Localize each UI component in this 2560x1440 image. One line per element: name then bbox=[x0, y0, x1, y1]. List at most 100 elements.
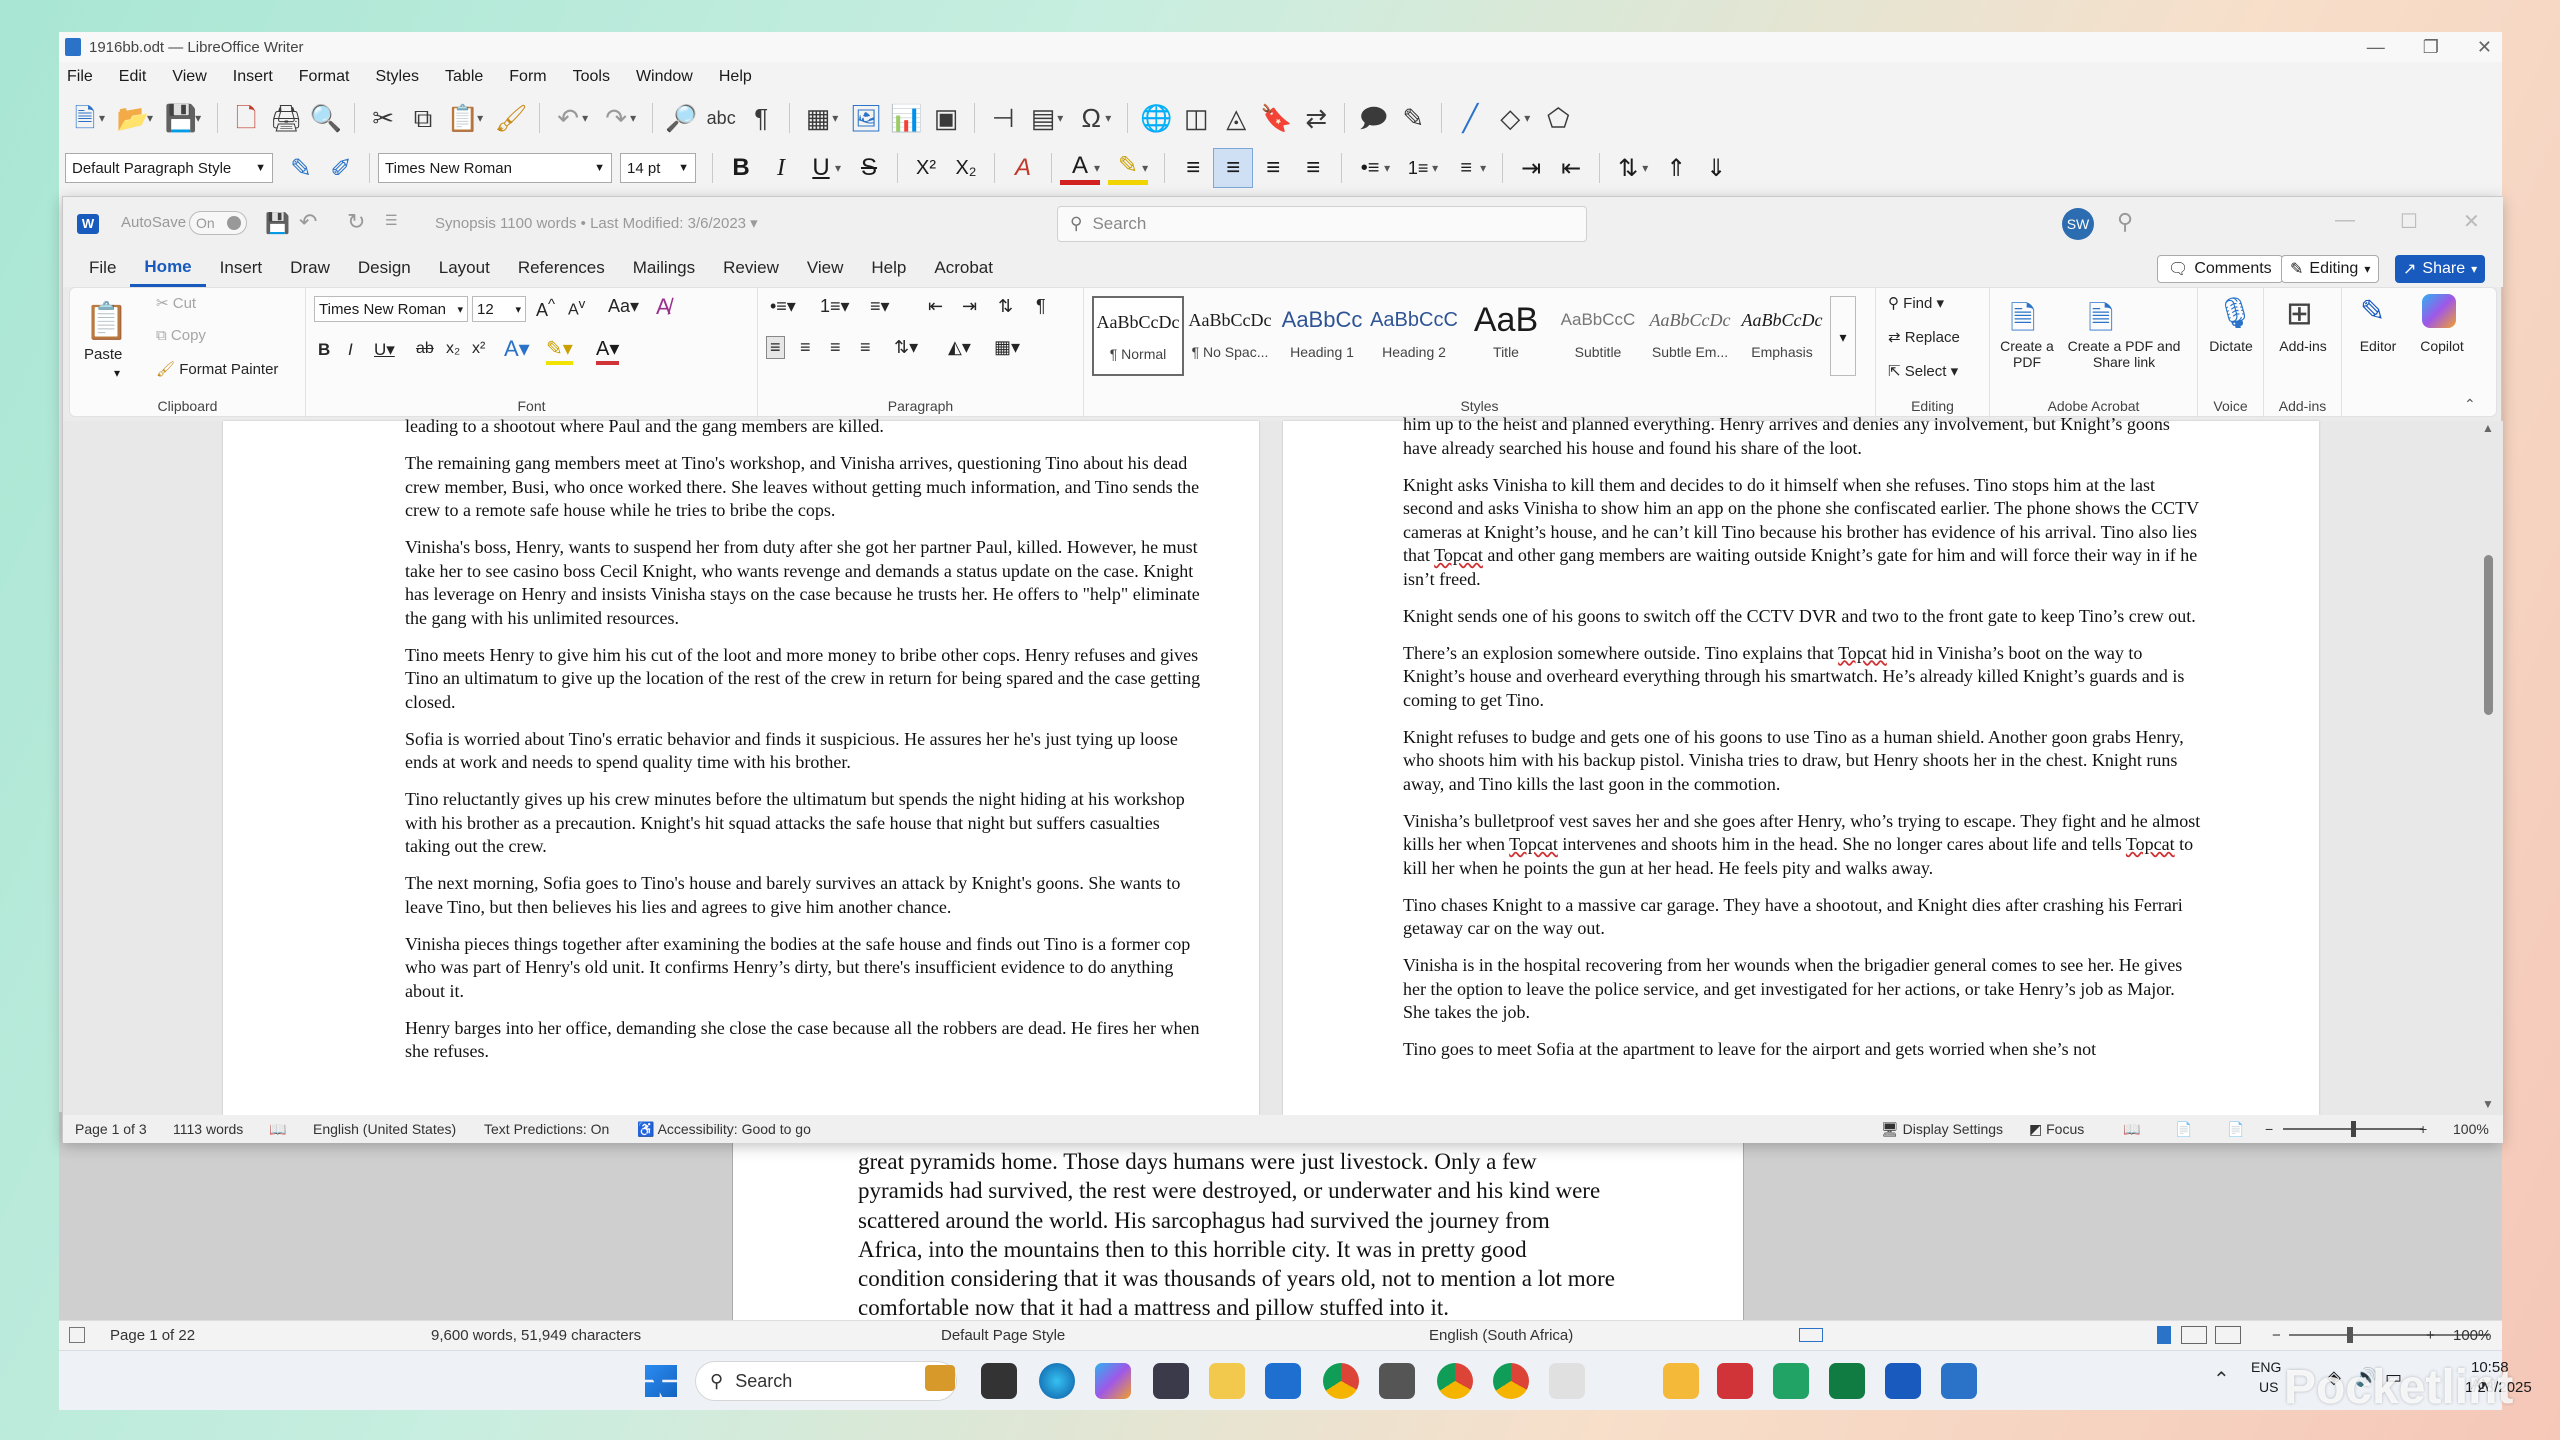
formatting-marks-icon[interactable]: ¶ bbox=[741, 98, 781, 138]
store-icon[interactable] bbox=[1265, 1363, 1301, 1399]
minimize-icon[interactable]: — bbox=[2367, 37, 2385, 58]
zoom-in-icon[interactable]: + bbox=[2419, 1121, 2427, 1137]
libreoffice-writer-icon[interactable] bbox=[1941, 1363, 1977, 1399]
insert-textbox-icon[interactable]: ▣ bbox=[926, 98, 966, 138]
lo-language[interactable]: English (South Africa) bbox=[1429, 1327, 1573, 1344]
tab-mailings[interactable]: Mailings bbox=[619, 249, 709, 287]
underline-icon[interactable]: U▾ bbox=[374, 340, 395, 360]
style-heading-1[interactable]: AaBbCc Heading 1 bbox=[1276, 296, 1368, 376]
focus-button[interactable]: ◩ Focus bbox=[2029, 1121, 2084, 1138]
paragraph[interactable]: Vinisha is in the hospital recovering fr… bbox=[1403, 954, 2203, 1025]
folder-icon[interactable] bbox=[1209, 1363, 1245, 1399]
menu-file[interactable]: File bbox=[67, 68, 93, 86]
style-subtle-emphasis[interactable]: AaBbCcDc Subtle Em... bbox=[1644, 296, 1736, 376]
tab-design[interactable]: Design bbox=[344, 249, 425, 287]
print-preview-icon[interactable]: 🔍 bbox=[306, 98, 346, 138]
addins-button-label[interactable]: Add-ins bbox=[2264, 338, 2342, 354]
save-icon[interactable]: 💾 bbox=[265, 211, 290, 236]
excel-icon[interactable] bbox=[1829, 1363, 1865, 1399]
increase-paragraph-spacing-icon[interactable]: ⇑ bbox=[1656, 148, 1696, 188]
app-dark-icon[interactable] bbox=[1153, 1363, 1189, 1399]
new-style-icon[interactable]: ✐ bbox=[321, 148, 361, 188]
spelling-flag[interactable]: Topcat bbox=[1509, 834, 1558, 854]
copy-button[interactable]: ⧉ Copy bbox=[156, 327, 206, 344]
paste-label[interactable]: Paste bbox=[84, 346, 122, 363]
paragraph[interactable]: leading to a shootout where Paul and the… bbox=[405, 415, 1205, 439]
font-size-combo[interactable]: 14 pt ▼ bbox=[620, 153, 696, 183]
paragraph[interactable]: Tino reluctantly gives up his crew minut… bbox=[405, 788, 1205, 859]
word-count[interactable]: 1113 words bbox=[173, 1121, 243, 1137]
decrease-indent-icon[interactable]: ⇤ bbox=[928, 296, 943, 317]
format-painter-button[interactable]: 🖌 Format Painter bbox=[156, 360, 278, 378]
chevron-down-icon[interactable]: ▾ bbox=[582, 111, 588, 125]
spelling-flag[interactable]: Topcat bbox=[1434, 545, 1483, 565]
paragraph-style-combo[interactable]: Default Paragraph Style ▼ bbox=[65, 153, 273, 183]
select-button[interactable]: ⇱ Select ▾ bbox=[1888, 362, 1958, 380]
left-page-text[interactable]: leading to a shootout where Paul and the… bbox=[405, 415, 1205, 1077]
chevron-down-icon[interactable]: ▾ bbox=[477, 111, 483, 125]
file-explorer-briefcase-icon[interactable] bbox=[925, 1365, 955, 1391]
zoom-level[interactable]: 100% bbox=[2453, 1121, 2489, 1137]
document-modified-icon[interactable] bbox=[69, 1327, 85, 1343]
dictate-label[interactable]: Dictate bbox=[2198, 338, 2264, 354]
menu-table[interactable]: Table bbox=[445, 68, 483, 86]
autosave-toggle[interactable]: On bbox=[189, 211, 247, 235]
bold-icon[interactable]: B bbox=[721, 148, 761, 188]
copilot-taskbar-icon[interactable] bbox=[1095, 1363, 1131, 1399]
cut-button[interactable]: ✂ Cut bbox=[156, 294, 196, 312]
minimize-icon[interactable]: — bbox=[2335, 209, 2355, 232]
export-pdf-icon[interactable]: 🗋 bbox=[226, 98, 266, 138]
chevron-down-icon[interactable]: ▾ bbox=[1142, 161, 1148, 175]
menu-styles[interactable]: Styles bbox=[375, 68, 419, 86]
comments-button[interactable]: 🗨 Comments bbox=[2157, 255, 2283, 283]
user-avatar[interactable]: SW bbox=[2062, 208, 2094, 240]
show-marks-icon[interactable]: ¶ bbox=[1036, 296, 1046, 317]
display-settings-button[interactable]: 🖥 Display Settings bbox=[1881, 1121, 2003, 1138]
borders-icon[interactable]: ▦▾ bbox=[994, 337, 1020, 358]
addins-icon[interactable]: ⊞ bbox=[2286, 294, 2313, 332]
text-predictions[interactable]: Text Predictions: On bbox=[484, 1121, 609, 1137]
notes-icon[interactable] bbox=[1663, 1363, 1699, 1399]
word-page-right[interactable]: him up to the heist and planned everythi… bbox=[1283, 414, 2319, 1115]
paragraph[interactable]: There’s an explosion somewhere outside. … bbox=[1403, 642, 2203, 713]
paragraph[interactable]: The remaining gang members meet at Tino'… bbox=[405, 452, 1205, 523]
pdf-reader-icon[interactable] bbox=[1717, 1363, 1753, 1399]
read-mode-icon[interactable]: 📖 bbox=[2123, 1121, 2140, 1138]
chevron-down-icon[interactable]: ▾ bbox=[1105, 111, 1111, 125]
tab-references[interactable]: References bbox=[504, 249, 619, 287]
accessibility-status[interactable]: ♿ Accessibility: Good to go bbox=[637, 1121, 811, 1138]
lo-paragraph[interactable]: great pyramids home. Those days humans w… bbox=[858, 1147, 1618, 1323]
close-icon[interactable]: ✕ bbox=[2463, 209, 2480, 234]
italic-icon[interactable]: I bbox=[348, 340, 353, 360]
chrome-icon[interactable] bbox=[1323, 1363, 1359, 1399]
paragraph[interactable]: Tino chases Knight to a massive car gara… bbox=[1403, 894, 2203, 941]
align-right-icon[interactable]: ≡ bbox=[830, 337, 841, 358]
italic-icon[interactable]: I bbox=[761, 148, 801, 188]
scroll-thumb[interactable] bbox=[2484, 555, 2493, 715]
spelling-flag[interactable]: Topcat bbox=[1838, 643, 1887, 663]
customize-qat-icon[interactable]: ☰ bbox=[385, 212, 398, 229]
chevron-down-icon[interactable]: ▾ bbox=[114, 366, 120, 380]
superscript-icon[interactable]: X² bbox=[906, 148, 946, 188]
paragraph[interactable]: Knight refuses to budge and gets one of … bbox=[1403, 726, 2203, 797]
style-title[interactable]: AaB Title bbox=[1460, 296, 1552, 376]
align-left-icon[interactable]: ≡ bbox=[1173, 148, 1213, 188]
tab-help[interactable]: Help bbox=[857, 249, 920, 287]
chevron-down-icon[interactable]: ▾ bbox=[1384, 161, 1390, 175]
insert-chart-icon[interactable]: 📊 bbox=[886, 98, 926, 138]
shrink-font-icon[interactable]: Av bbox=[568, 296, 585, 319]
styles-gallery-more-icon[interactable]: ▾ bbox=[1830, 296, 1856, 376]
redo-icon[interactable]: ↻ bbox=[347, 209, 365, 235]
superscript-icon[interactable]: x² bbox=[472, 340, 485, 358]
page-count[interactable]: Page 1 of 3 bbox=[75, 1121, 147, 1137]
edge-icon[interactable] bbox=[1039, 1363, 1075, 1399]
style-heading-2[interactable]: AaBbCcC Heading 2 bbox=[1368, 296, 1460, 376]
multilevel-list-icon[interactable]: ≡▾ bbox=[870, 296, 890, 317]
chevron-down-icon[interactable]: ▾ bbox=[1480, 161, 1486, 175]
paste-icon[interactable]: 📋 bbox=[84, 300, 129, 342]
font-name-combo[interactable]: Times New Roman ▼ bbox=[378, 153, 612, 183]
style-normal[interactable]: AaBbCcDc ¶ Normal bbox=[1092, 296, 1184, 376]
editing-mode-button[interactable]: ✎ Editing ▾ bbox=[2281, 255, 2380, 283]
chevron-down-icon[interactable]: ▾ bbox=[835, 161, 841, 175]
paragraph[interactable]: him up to the heist and planned everythi… bbox=[1403, 413, 2203, 460]
